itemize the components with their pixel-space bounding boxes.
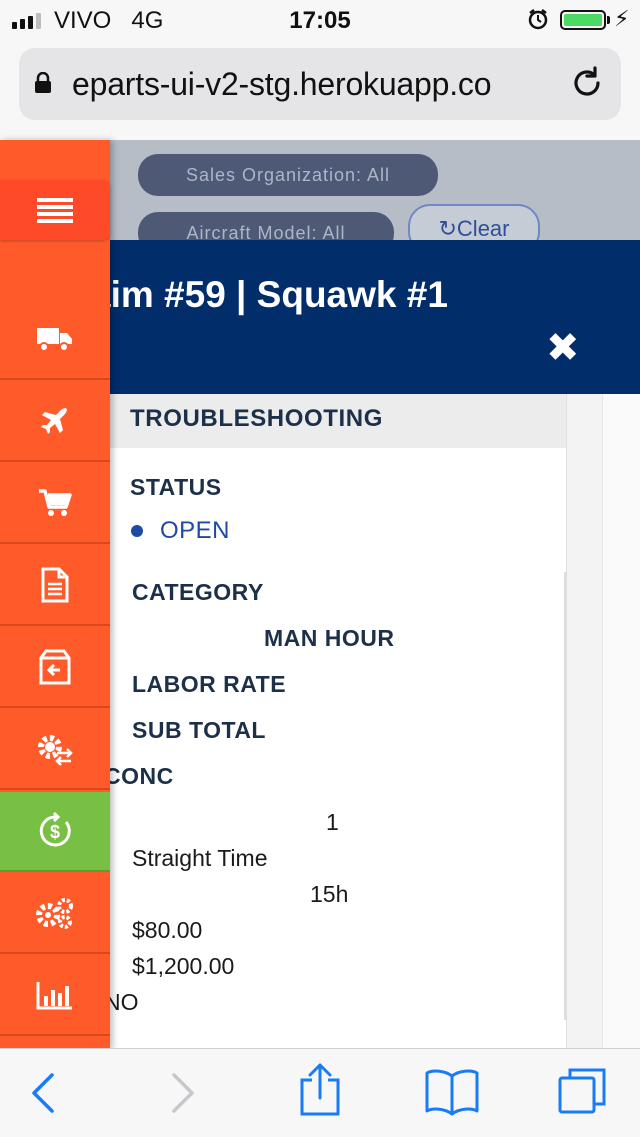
battery-tip	[607, 16, 610, 24]
sub-total-label: SUB TOTAL	[132, 717, 266, 743]
bookmarks-icon[interactable]	[424, 1068, 480, 1121]
truck-icon	[37, 328, 72, 352]
panel-edge-outer	[602, 394, 640, 1050]
reload-icon[interactable]	[568, 64, 606, 102]
sidebar-item-aircraft[interactable]	[0, 382, 110, 462]
category-label: CATEGORY	[132, 579, 264, 605]
sidebar-item-reports[interactable]	[0, 956, 110, 1036]
conc-label: CONC	[104, 763, 174, 789]
url-text[interactable]: eparts-ui-v2-stg.herokuapp.co	[72, 66, 550, 103]
airplane-icon	[41, 408, 67, 434]
refresh-icon: ↻	[438, 216, 457, 241]
share-icon[interactable]	[298, 1062, 342, 1123]
forward-icon[interactable]	[170, 1072, 196, 1119]
document-icon	[41, 567, 69, 603]
close-icon[interactable]: ✖	[546, 328, 580, 368]
sidebar-item-documents[interactable]	[0, 546, 110, 626]
cart-icon	[39, 489, 72, 516]
scrollbar[interactable]	[564, 572, 567, 1020]
sidebar-item-cart[interactable]	[0, 464, 110, 544]
box-return-icon	[39, 649, 71, 685]
lock-icon	[34, 71, 52, 94]
bar-chart-icon	[36, 982, 72, 1010]
sidebar-item-exchange[interactable]	[0, 710, 110, 790]
back-icon[interactable]	[30, 1072, 56, 1119]
dollar-refresh-icon: $	[39, 812, 71, 847]
gear-exchange-icon	[38, 735, 73, 766]
sidebar-item-shipping[interactable]	[0, 300, 110, 380]
panel-edge	[566, 394, 603, 1050]
status-dot-icon	[131, 525, 143, 537]
labor-rate-label: LABOR RATE	[132, 671, 287, 697]
section-title: TROUBLESHOOTING	[130, 405, 383, 432]
sub-total-value: $1,200.00	[132, 953, 235, 979]
hamburger-icon	[37, 195, 73, 226]
sidebar-item-settings[interactable]	[0, 874, 110, 954]
modal-title: aim #59 | Squawk #1	[90, 274, 448, 315]
gears-icon	[36, 898, 73, 929]
category-value: Straight Time	[132, 845, 268, 871]
tabs-icon[interactable]	[558, 1066, 608, 1121]
svg-text:$: $	[50, 822, 60, 842]
sidebar-item-returns[interactable]	[0, 628, 110, 708]
battery-icon	[560, 10, 606, 30]
menu-toggle-button[interactable]	[0, 180, 110, 240]
category-index: 1	[326, 809, 339, 835]
labor-rate-value: $80.00	[132, 917, 203, 943]
alarm-icon	[527, 8, 549, 30]
man-hour-value: 15h	[310, 881, 349, 907]
sales-organization-filter[interactable]: Sales Organization: All	[138, 154, 438, 196]
man-hour-label: MAN HOUR	[264, 625, 395, 651]
charging-icon: ⚡	[614, 6, 630, 31]
status-value: OPEN	[160, 517, 231, 544]
sidebar-item-claims[interactable]: $	[0, 792, 110, 872]
modal-header	[110, 240, 640, 394]
status-label: STATUS	[130, 474, 222, 500]
